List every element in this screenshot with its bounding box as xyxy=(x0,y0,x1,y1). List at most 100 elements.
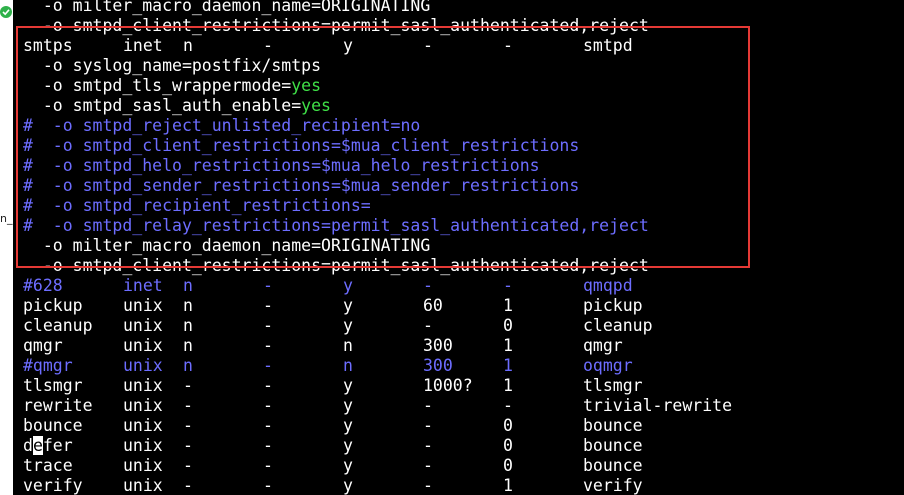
row-cell: rewrite xyxy=(23,396,93,415)
row-cell: n xyxy=(183,336,193,355)
row-cell: - xyxy=(263,276,273,295)
row-cell: y xyxy=(343,376,353,395)
row-cell: pickup xyxy=(583,296,643,315)
row-cell: cleanup xyxy=(583,316,653,335)
row-cell: - xyxy=(183,436,193,455)
row-cell: 0 xyxy=(503,436,513,455)
row-cell: n xyxy=(183,316,193,335)
row-cell: unix xyxy=(123,416,163,435)
row-cell: - xyxy=(263,336,273,355)
row-cell: unix xyxy=(123,336,163,355)
row-cell: verify xyxy=(583,476,643,495)
row-cell: y xyxy=(343,416,353,435)
row-cell: n xyxy=(183,296,193,315)
option-line: -o milter_macro_daemon_name=ORIGINATING xyxy=(23,236,431,255)
row-cell: unix xyxy=(123,476,163,495)
option-line: -o smtpd_client_restrictions=permit_sasl… xyxy=(23,16,649,35)
row-cell: - xyxy=(263,376,273,395)
row-cell: qmqpd xyxy=(583,276,633,295)
row-cell: 1000? xyxy=(423,376,473,395)
row-cell: - xyxy=(503,36,513,55)
row-cell: - xyxy=(263,476,273,495)
row-cell: bounce xyxy=(23,416,83,435)
row-cell: unix xyxy=(123,376,163,395)
row-cell: - xyxy=(183,456,193,475)
row-cell: n xyxy=(343,356,353,375)
terminal-window[interactable]: -o milter_macro_daemon_name=ORIGINATING … xyxy=(13,0,904,495)
row-cell: y xyxy=(343,456,353,475)
option-key: -o smtpd_sasl_auth_enable= xyxy=(23,96,302,115)
row-cell: unix xyxy=(123,316,163,335)
row-cell: tlsmgr xyxy=(583,376,643,395)
row-cell: n xyxy=(343,336,353,355)
row-cell: - xyxy=(183,476,193,495)
row-cell: n xyxy=(183,36,193,55)
option-value: yes xyxy=(291,76,322,95)
row-cell: y xyxy=(343,436,353,455)
left-gutter: n_ xyxy=(0,0,13,495)
row-cell: 300 xyxy=(423,356,453,375)
row-cell: cleanup xyxy=(23,316,93,335)
row-cell: y xyxy=(343,36,353,55)
comment-line: # -o smtpd_relay_restrictions=permit_sas… xyxy=(23,216,649,235)
row-cell: unix xyxy=(123,456,163,475)
row-cell: 0 xyxy=(503,456,513,475)
option-line: -o syslog_name=postfix/smtps xyxy=(23,56,322,75)
row-cell: - xyxy=(263,36,273,55)
option-line: -o smtpd_client_restrictions=permit_sasl… xyxy=(23,256,649,275)
row-cell: - xyxy=(503,396,513,415)
comment-line: # -o smtpd_helo_restrictions=$mua_helo_r… xyxy=(23,156,540,175)
row-cell: unix xyxy=(123,296,163,315)
comment-line: # -o smtpd_client_restrictions=$mua_clie… xyxy=(23,136,580,155)
row-cell: - xyxy=(423,36,433,55)
row-cell: 1 xyxy=(503,476,513,495)
row-cell: - xyxy=(263,456,273,475)
row-cell: 1 xyxy=(503,296,513,315)
row-cell: - xyxy=(423,416,433,435)
row-cell: - xyxy=(423,396,433,415)
row-cell: bounce xyxy=(583,456,643,475)
comment-line: # -o smtpd_reject_unlisted_recipient=no xyxy=(23,116,421,135)
row-cell: 300 xyxy=(423,336,453,355)
row-cell: - xyxy=(423,316,433,335)
row-cell: inet xyxy=(123,36,163,55)
row-cell: - xyxy=(263,396,273,415)
row-cell: - xyxy=(423,276,433,295)
option-line: -o milter_macro_daemon_name=ORIGINATING xyxy=(23,0,431,15)
row-cell: y xyxy=(343,316,353,335)
row-cell: verify xyxy=(23,476,83,495)
row-cell: 1 xyxy=(503,336,513,355)
row-cell: tlsmgr xyxy=(23,376,83,395)
option-value: yes xyxy=(301,96,331,115)
row-cell: bounce xyxy=(583,436,643,455)
row-cell: smtps xyxy=(23,36,73,55)
row-cell: n xyxy=(183,356,193,375)
row-cell: 0 xyxy=(503,316,513,335)
row-cell: - xyxy=(423,456,433,475)
row-cell: - xyxy=(263,296,273,315)
comment-line: # -o smtpd_sender_restrictions=$mua_send… xyxy=(23,176,580,195)
row-cell: pickup xyxy=(23,296,83,315)
row-cell: y xyxy=(343,296,353,315)
text-cursor: e xyxy=(32,436,43,455)
row-cell: - xyxy=(423,436,433,455)
option-line: -o smtpd_tls_wrappermode=yes xyxy=(23,76,321,96)
row-cell: smtpd xyxy=(583,36,633,55)
row-cell: - xyxy=(263,356,273,375)
row-cell: defer xyxy=(23,436,73,455)
row-cell: trivial-rewrite xyxy=(583,396,733,415)
comment-line: # -o smtpd_recipient_restrictions= xyxy=(23,196,371,215)
row-cell: n xyxy=(183,276,193,295)
row-cell: unix xyxy=(123,436,163,455)
row-cell: y xyxy=(343,276,353,295)
row-cell: - xyxy=(503,276,513,295)
row-cell: - xyxy=(263,316,273,335)
row-cell: y xyxy=(343,476,353,495)
row-cell: - xyxy=(263,416,273,435)
row-cell: oqmgr xyxy=(583,356,633,375)
row-cell: #628 xyxy=(23,276,63,295)
row-cell: - xyxy=(183,396,193,415)
row-cell: 60 xyxy=(423,296,443,315)
row-cell: - xyxy=(263,436,273,455)
row-cell: unix xyxy=(123,396,163,415)
